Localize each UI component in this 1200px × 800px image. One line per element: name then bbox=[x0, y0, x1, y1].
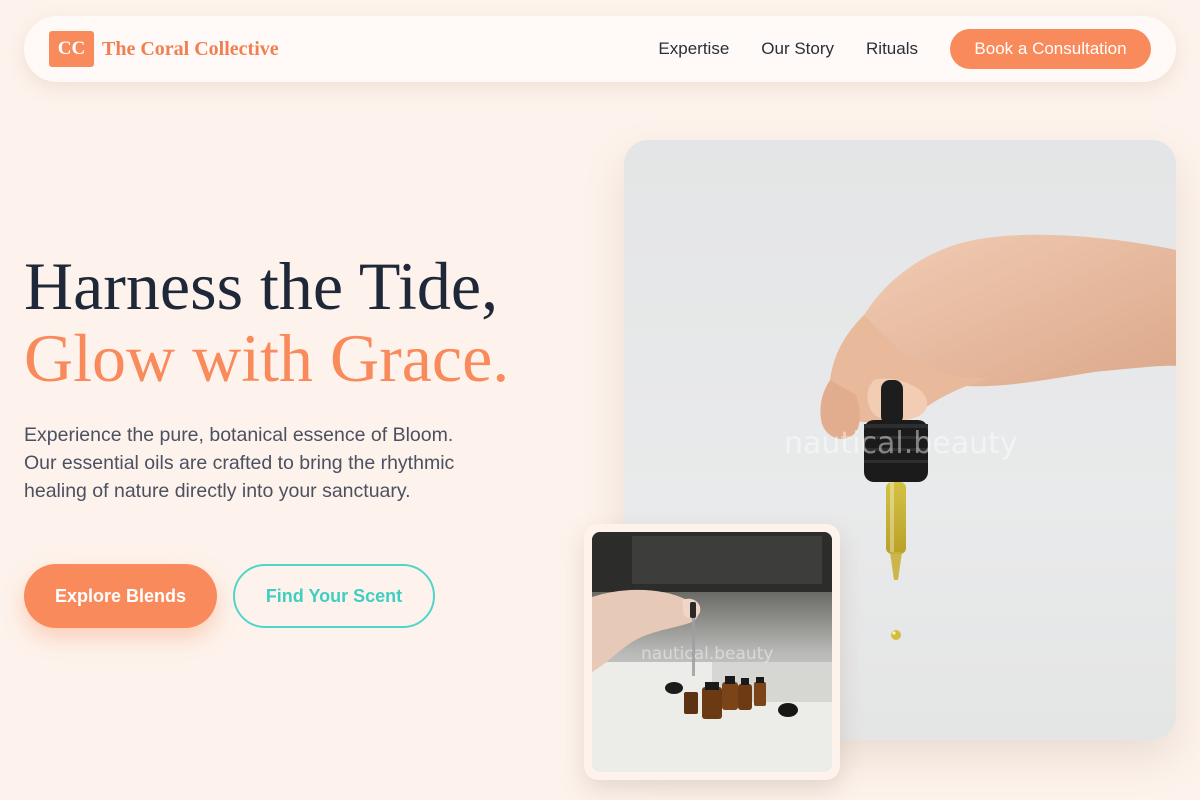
nav-link-our-story[interactable]: Our Story bbox=[761, 39, 834, 59]
hero-headline: Harness the Tide, Glow with Grace. bbox=[24, 250, 509, 394]
hero-description: Experience the pure, botanical essence o… bbox=[24, 424, 455, 502]
logo-mark[interactable]: CC bbox=[49, 31, 94, 67]
nav-link-rituals[interactable]: Rituals bbox=[866, 39, 918, 59]
brand-name[interactable]: The Coral Collective bbox=[102, 38, 279, 61]
top-navbar: CC The Coral Collective Expertise Our St… bbox=[24, 16, 1176, 82]
nav-links: Expertise Our Story Rituals Book a Consu… bbox=[658, 29, 1151, 69]
explore-blends-button[interactable]: Explore Blends bbox=[24, 564, 217, 628]
find-your-scent-button[interactable]: Find Your Scent bbox=[233, 564, 435, 628]
headline-line-1: Harness the Tide, bbox=[24, 248, 499, 324]
headline-line-2: Glow with Grace. bbox=[24, 320, 510, 396]
book-consultation-button[interactable]: Book a Consultation bbox=[950, 29, 1151, 69]
inset-image-watermark: nautical.beauty bbox=[641, 644, 774, 664]
hero-image-watermark: nautical.beauty bbox=[784, 426, 1018, 461]
inset-image-frame: nautical.beauty bbox=[584, 524, 840, 780]
nav-link-expertise[interactable]: Expertise bbox=[658, 39, 729, 59]
